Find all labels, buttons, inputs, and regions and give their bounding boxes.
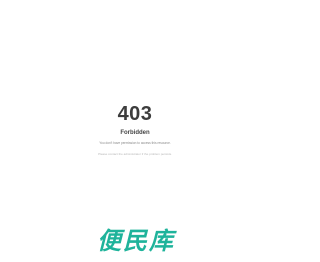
logo-text: 便民库 xyxy=(97,227,177,255)
error-message: You don't have permission to access this… xyxy=(99,141,171,145)
logo-graphic: 便民库 xyxy=(97,227,177,255)
contact-note: Please contact the administrator if the … xyxy=(98,152,172,156)
error-panel: 403 Forbidden You don't have permission … xyxy=(0,103,270,146)
error-title: Forbidden xyxy=(120,130,150,136)
site-logo: 便民库 xyxy=(86,224,186,256)
error-code: 403 xyxy=(117,103,153,125)
